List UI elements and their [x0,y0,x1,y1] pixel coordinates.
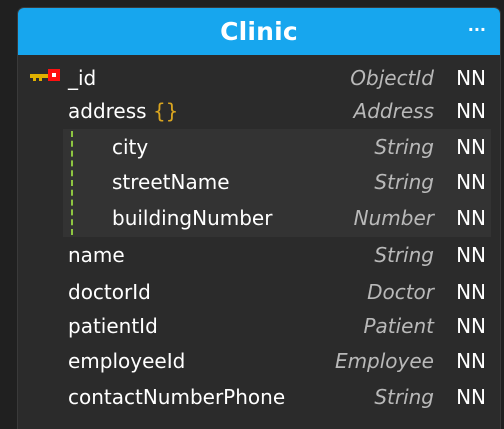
entity-title: Clinic [220,17,298,46]
not-null-flag: NN [456,349,486,373]
field-row-id[interactable]: _id ObjectId NN [18,61,500,97]
field-name: name [68,243,125,267]
field-type: ObjectId [350,66,434,90]
field-name: streetName [112,170,230,194]
field-row-streetname[interactable]: streetName String NN [18,165,500,201]
field-type: Doctor [367,280,434,304]
field-row-address[interactable]: address {} Address NN [18,94,500,130]
not-null-flag: NN [456,243,486,267]
field-type: Employee [334,349,434,373]
field-type: String [374,170,434,194]
field-name: contactNumberPhone [68,385,286,409]
field-name: city [112,135,149,159]
field-type: String [374,135,434,159]
field-row-buildingnumber[interactable]: buildingNumber Number NN [18,201,500,237]
field-name: address [68,99,147,123]
not-null-flag: NN [456,314,486,338]
not-null-flag: NN [456,99,486,123]
field-row-doctorid[interactable]: doctorId Doctor NN [18,275,500,311]
field-type: String [374,243,434,267]
field-name: patientId [68,314,158,338]
field-row-contactnumberphone[interactable]: contactNumberPhone String NN [18,380,500,416]
field-type: String [374,385,434,409]
field-row-employeeid[interactable]: employeeId Employee NN [18,344,500,380]
not-null-flag: NN [456,135,486,159]
object-brace-icon: {} [152,99,179,123]
not-null-flag: NN [456,206,486,230]
not-null-flag: NN [456,280,486,304]
field-name: employeeId [68,349,186,373]
field-name: buildingNumber [112,206,273,230]
not-null-flag: NN [456,385,486,409]
field-type: Address [353,99,434,123]
field-row-city[interactable]: city String NN [18,130,500,166]
field-type: Number [353,206,434,230]
field-row-patientid[interactable]: patientId Patient NN [18,309,500,345]
field-name: _id [68,66,97,90]
field-row-name[interactable]: name String NN [18,238,500,274]
entity-header[interactable]: Clinic ··· [18,8,500,55]
field-type: Patient [363,314,434,338]
entity-box-clinic[interactable]: Clinic ··· _id ObjectId NN address {} Ad… [18,8,500,429]
not-null-flag: NN [456,66,486,90]
menu-dots-icon[interactable]: ··· [468,20,486,39]
not-null-flag: NN [456,170,486,194]
field-name: doctorId [68,280,151,304]
